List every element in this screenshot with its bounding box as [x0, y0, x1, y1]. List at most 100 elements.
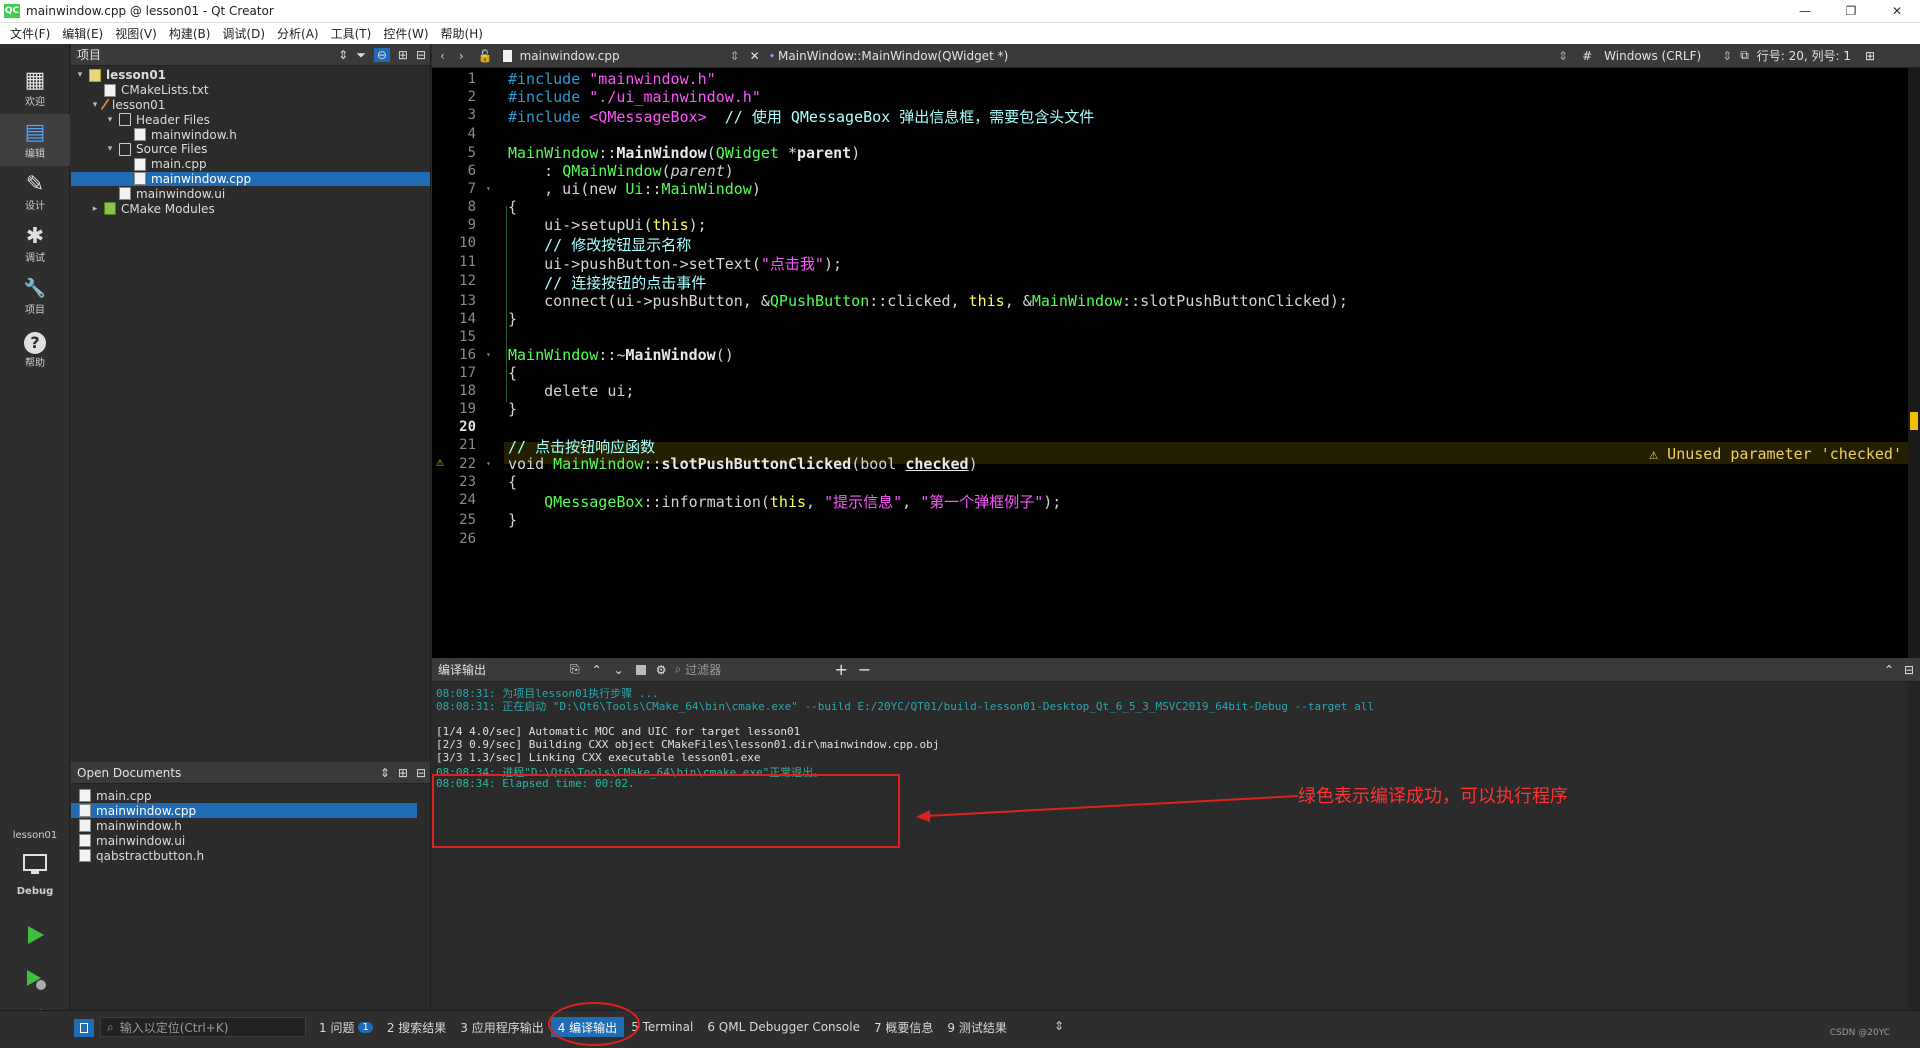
code-line: #include <QMessageBox> // 使用 QMessageBox…: [508, 108, 1095, 126]
output-tab[interactable]: 9 测试结果: [940, 1017, 1013, 1037]
menu-build[interactable]: 构建(B): [163, 25, 217, 42]
locator-input[interactable]: ⌕ 输入以定位(Ctrl+K): [100, 1017, 306, 1037]
expand-arrow-icon[interactable]: ▾: [105, 144, 115, 154]
output-tab[interactable]: 2 搜索结果: [380, 1017, 453, 1037]
kit-project-label: lesson01: [12, 830, 58, 841]
run-button[interactable]: [18, 918, 52, 952]
open-document-item[interactable]: qabstractbutton.h: [71, 848, 417, 863]
fold-marker-icon[interactable]: ▾: [486, 459, 491, 468]
link-icon[interactable]: ⊖: [373, 48, 390, 62]
debug-run-button[interactable]: [18, 962, 52, 996]
tree-item[interactable]: ▾ lesson01: [71, 68, 430, 83]
mode-welcome[interactable]: ▦ 欢迎: [0, 62, 70, 114]
output-tab[interactable]: 1 问题 1: [312, 1017, 380, 1037]
menu-widgets[interactable]: 控件(W): [377, 25, 434, 42]
output-tab[interactable]: 6 QML Debugger Console: [700, 1017, 867, 1037]
menu-help[interactable]: 帮助(H): [435, 25, 489, 42]
grid-icon: ▦: [24, 67, 46, 93]
open-document-item[interactable]: mainwindow.h: [71, 818, 417, 833]
tree-item[interactable]: CMakeLists.txt: [71, 83, 430, 98]
filter-input[interactable]: ⌕ 过滤器: [675, 661, 825, 678]
split-icon[interactable]: ⊞: [1865, 49, 1875, 63]
split-icon[interactable]: ⊞: [398, 48, 408, 62]
split-icon[interactable]: ⊞: [398, 766, 408, 780]
annotation-text: 绿色表示编译成功，可以执行程序: [1298, 786, 1568, 807]
expand-arrow-icon[interactable]: ▸: [90, 204, 100, 214]
remove-icon[interactable]: −: [858, 660, 871, 679]
add-icon[interactable]: +: [835, 660, 848, 679]
expand-arrow-icon[interactable]: ▾: [105, 115, 115, 125]
dropdown-arrow-icon[interactable]: ⇕: [1722, 49, 1732, 63]
file-selector[interactable]: mainwindow.cpp: [520, 49, 730, 63]
split-icon[interactable]: ⧉: [1740, 48, 1749, 63]
maximize-pane-icon[interactable]: ⌃: [1884, 663, 1894, 677]
line-number: 4: [467, 126, 476, 142]
modified-marker: [506, 206, 507, 402]
output-tab[interactable]: 7 概要信息: [867, 1017, 940, 1037]
fold-marker-icon[interactable]: ▾: [486, 350, 491, 359]
tree-item[interactable]: ▾ lesson01: [71, 98, 430, 113]
cursor-position[interactable]: 行号: 20, 列号: 1: [1757, 47, 1851, 64]
clear-output-icon[interactable]: ⎘: [570, 662, 580, 677]
close-file-icon[interactable]: ✕: [750, 49, 760, 63]
tree-item[interactable]: ▾ Header Files: [71, 112, 430, 127]
project-panel: 项目 ⇕ ⏷ ⊖ ⊞ ⊟ ▾ lesson01 CMakeLists.txt ▾ les…: [71, 44, 431, 760]
scroll-up-icon[interactable]: ⌃: [592, 663, 602, 677]
warning-icon[interactable]: ⚠: [436, 455, 444, 470]
tree-item[interactable]: main.cpp: [71, 157, 430, 172]
code-line: {: [508, 198, 518, 216]
open-document-item[interactable]: main.cpp: [71, 788, 417, 803]
tree-item[interactable]: mainwindow.cpp: [71, 171, 430, 187]
back-arrow-icon[interactable]: ‹: [440, 49, 445, 63]
line-number: 15: [459, 329, 476, 345]
open-document-item[interactable]: mainwindow.cpp: [71, 803, 417, 818]
maximize-button[interactable]: ❐: [1828, 0, 1874, 22]
mode-design[interactable]: ✎ 设计: [0, 166, 70, 218]
mode-edit[interactable]: ▤ 编辑: [0, 114, 70, 166]
open-document-item[interactable]: mainwindow.ui: [71, 833, 417, 848]
menu-file[interactable]: 文件(F): [4, 25, 56, 42]
mode-debug[interactable]: ✱ 调试: [0, 218, 70, 270]
menu-analyze[interactable]: 分析(A): [271, 25, 325, 42]
toggle-sidebar-button[interactable]: [74, 1019, 94, 1037]
menu-tools[interactable]: 工具(T): [325, 25, 378, 42]
tree-item[interactable]: ▾ Source Files: [71, 142, 430, 157]
stop-icon[interactable]: [635, 664, 646, 675]
pane-options-icon[interactable]: ⇕: [1054, 1019, 1064, 1033]
code-editor[interactable]: 1 2 3 4 5 6 7 ▾ 8 9 10 11 12 13 14 15 16 ▾ 17 18 19 20 21 22 ▾ ⚠ 2…: [432, 68, 1920, 658]
project-panel-title: 项目: [77, 48, 102, 62]
symbol-selector[interactable]: MainWindow::MainWindow(QWidget *): [778, 49, 1558, 63]
dropdown-arrow-icon[interactable]: ⇕: [730, 49, 740, 63]
expand-arrow-icon[interactable]: ▾: [90, 100, 100, 110]
folder-icon: [119, 113, 131, 127]
mode-help[interactable]: ? 帮助: [0, 324, 70, 376]
expand-arrow-icon[interactable]: ▾: [75, 70, 85, 80]
dropdown-arrow-icon[interactable]: ⇕: [1558, 49, 1568, 63]
close-panel-icon[interactable]: ⊟: [416, 48, 426, 62]
menu-debug[interactable]: 调试(D): [216, 25, 271, 42]
minimize-button[interactable]: —: [1782, 0, 1828, 22]
tree-item[interactable]: ▸ CMake Modules: [71, 201, 430, 216]
forward-arrow-icon[interactable]: ›: [459, 49, 464, 63]
gear-icon[interactable]: ⚙: [656, 663, 667, 677]
tree-item[interactable]: mainwindow.ui: [71, 186, 430, 201]
menu-edit[interactable]: 编辑(E): [56, 25, 109, 42]
kit-selector-button[interactable]: [18, 848, 52, 882]
dropdown-arrow-icon[interactable]: ⇕: [338, 48, 348, 62]
scroll-down-icon[interactable]: ⌄: [614, 663, 624, 677]
filter-icon[interactable]: ⏷: [356, 48, 366, 63]
output-scrollbar[interactable]: [1908, 682, 1920, 1010]
dropdown-arrow-icon[interactable]: ⇕: [380, 766, 390, 780]
mode-projects[interactable]: 🔧 项目: [0, 270, 70, 322]
output-tab[interactable]: 3 应用程序输出: [453, 1017, 550, 1037]
tree-item[interactable]: mainwindow.h: [71, 127, 430, 142]
menu-view[interactable]: 视图(V): [109, 25, 163, 42]
close-panel-icon[interactable]: ⊟: [416, 766, 426, 780]
close-pane-icon[interactable]: ⊟: [1904, 663, 1914, 677]
fold-marker-icon[interactable]: ▾: [486, 184, 491, 193]
line-number: 26: [459, 531, 476, 547]
line-ending-selector[interactable]: Windows (CRLF): [1604, 49, 1722, 63]
annotation-arrow: [916, 795, 1299, 822]
close-button[interactable]: ✕: [1874, 0, 1920, 22]
editor-scrollbar[interactable]: [1908, 68, 1920, 658]
